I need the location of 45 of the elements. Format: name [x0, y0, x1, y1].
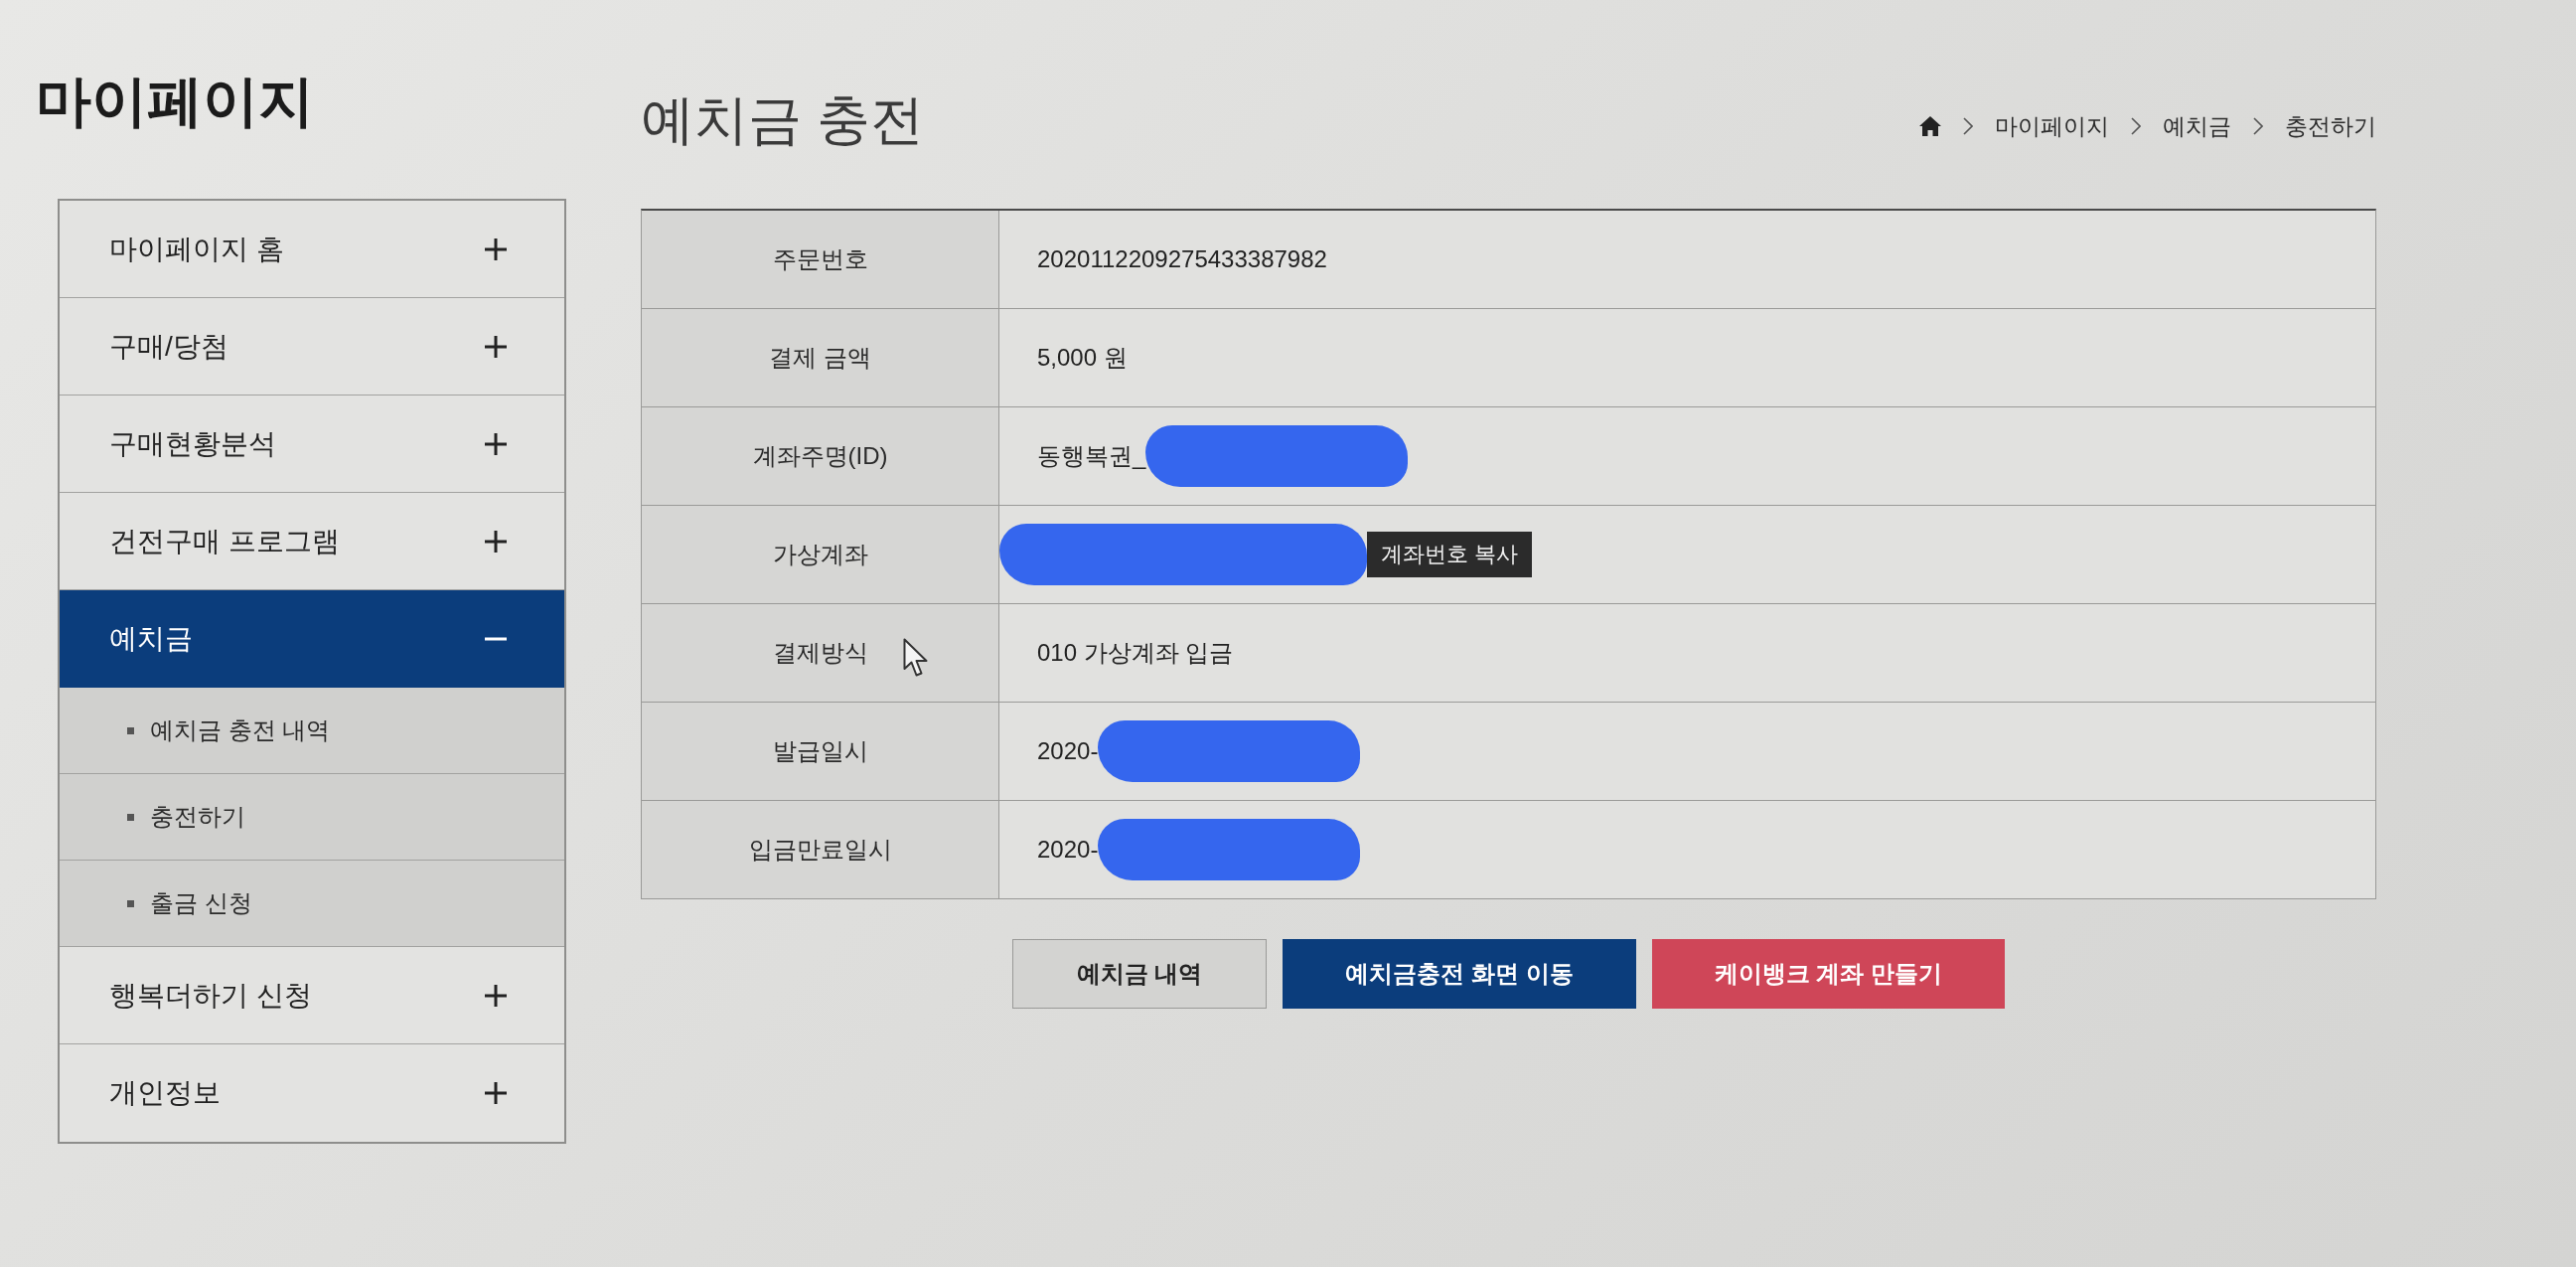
field-value: 동행복권_ — [1037, 441, 1146, 471]
page-title: 예치금 충전 — [641, 88, 924, 151]
menu-item[interactable]: 구매현황분석 — [60, 396, 564, 493]
field-label: 가상계좌 — [642, 506, 999, 603]
breadcrumb-link[interactable]: 예치금 — [2163, 110, 2231, 142]
field-label: 입금만료일시 — [642, 801, 999, 898]
submenu-item[interactable]: 출금 신청 — [60, 861, 564, 947]
field-value: 2020- — [1037, 836, 1099, 864]
field-value: 2020- — [1037, 737, 1099, 765]
menu-item[interactable]: 개인정보 — [60, 1044, 564, 1142]
menu-item[interactable]: 마이페이지 홈 — [60, 201, 564, 298]
breadcrumb-link[interactable]: 충전하기 — [2285, 110, 2376, 142]
home-icon[interactable] — [1919, 116, 1941, 136]
menu-item[interactable]: 구매/당첨 — [60, 298, 564, 396]
sidebar-title: 마이페이지 — [36, 69, 314, 134]
chevron-icon — [2131, 117, 2141, 135]
mouse-pointer-icon — [903, 638, 929, 678]
navigate-button[interactable]: 예치금충전 화면 이동 — [1283, 939, 1636, 1009]
chevron-icon — [2253, 117, 2263, 135]
menu-item[interactable]: 행복더하기 신청 — [60, 947, 564, 1044]
bullet-icon — [127, 726, 134, 734]
breadcrumb-link[interactable]: 마이페이지 — [1995, 110, 2109, 142]
bullet-icon — [127, 813, 134, 821]
field-value: 010 가상계좌 입금 — [1037, 638, 1234, 668]
submenu-item[interactable]: 예치금 충전 내역 — [60, 688, 564, 774]
field-label: 계좌주명(ID) — [642, 407, 999, 505]
chevron-icon — [1963, 117, 1973, 135]
plus-icon[interactable] — [485, 984, 507, 1007]
menu-item[interactable]: 예치금 — [60, 590, 564, 688]
field-label: 결제방식 — [642, 604, 999, 702]
field-value: 5,000 원 — [1037, 343, 1128, 373]
field-label: 발급일시 — [642, 703, 999, 800]
bullet-icon — [127, 899, 134, 907]
plus-icon[interactable] — [485, 238, 507, 260]
create-account-button[interactable]: 케이뱅크 계좌 만들기 — [1651, 939, 2006, 1009]
plus-icon[interactable] — [485, 335, 507, 358]
plus-icon[interactable] — [485, 1082, 507, 1104]
submenu-item[interactable]: 충전하기 — [60, 774, 564, 861]
field-label: 주문번호 — [642, 211, 999, 308]
history-button[interactable]: 예치금 내역 — [1011, 939, 1268, 1009]
plus-icon[interactable] — [485, 432, 507, 455]
plus-icon[interactable] — [485, 530, 507, 553]
copy-account-button[interactable]: 계좌번호 복사 — [1367, 532, 1533, 577]
field-label: 결제 금액 — [642, 309, 999, 406]
field-value: 2020112209275433387982 — [1037, 245, 1327, 273]
